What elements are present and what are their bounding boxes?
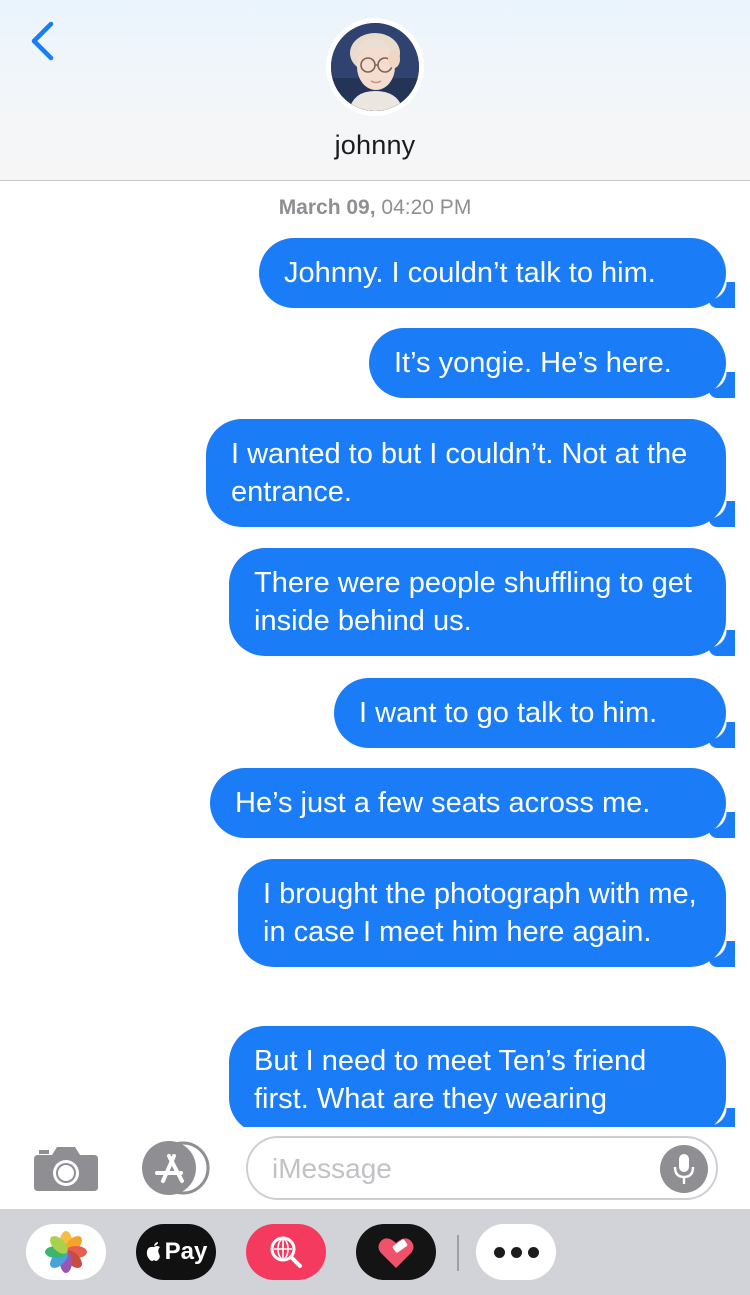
message-field[interactable] [246, 1136, 718, 1200]
message-bubble[interactable]: But I need to meet Ten’s friend first. W… [229, 1026, 735, 1127]
chevron-left-icon [31, 21, 54, 61]
message-text: There were people shuffling to get insid… [254, 567, 692, 637]
compose-bar [0, 1127, 750, 1209]
message-thread[interactable]: March 09, 04:20 PM Johnny. I couldn’t ta… [0, 182, 750, 1127]
camera-icon [34, 1147, 98, 1191]
message-bubble[interactable]: I wanted to but I couldn’t. Not at the e… [206, 419, 735, 527]
message-text: I want to go talk to him. [359, 697, 658, 729]
apple-pay-label: Pay [164, 1238, 208, 1265]
app-drawer: Pay [0, 1209, 750, 1295]
conversation-header: johnny [0, 0, 750, 181]
heart-sticker-button[interactable] [356, 1224, 436, 1280]
photos-button[interactable] [26, 1224, 106, 1280]
message-bubble[interactable]: It’s yongie. He’s here. [369, 328, 735, 398]
apple-pay-button[interactable]: Pay [136, 1224, 216, 1280]
photos-icon [45, 1231, 87, 1273]
more-icon [493, 1246, 539, 1258]
message-bubble[interactable]: Johnny. I couldn’t talk to him. [259, 238, 735, 308]
message-input[interactable] [272, 1150, 652, 1188]
more-apps-button[interactable] [476, 1224, 556, 1280]
back-button[interactable] [22, 16, 62, 66]
contact-avatar[interactable] [326, 18, 424, 116]
microphone-icon [673, 1154, 695, 1184]
contact-name[interactable]: johnny [0, 130, 750, 161]
message-text: It’s yongie. He’s here. [394, 347, 672, 379]
message-text: He’s just a few seats across me. [235, 787, 651, 819]
image-search-icon [270, 1236, 302, 1268]
image-search-button[interactable] [246, 1224, 326, 1280]
message-text: I wanted to but I couldn’t. Not at the e… [231, 438, 688, 508]
avatar-photo [331, 23, 419, 111]
heart-sticker-icon [378, 1238, 414, 1268]
message-text: But I need to meet Ten’s friend first. W… [254, 1045, 647, 1115]
microphone-button[interactable] [660, 1145, 708, 1193]
app-store-icon [142, 1141, 210, 1195]
message-bubble[interactable]: I brought the photograph with me, in cas… [238, 859, 735, 967]
timestamp-date: March 09, [278, 196, 376, 219]
message-text: Johnny. I couldn’t talk to him. [284, 257, 656, 289]
apple-pay-icon [146, 1242, 160, 1261]
message-bubble[interactable]: I want to go talk to him. [334, 678, 735, 748]
message-bubble[interactable]: There were people shuffling to get insid… [229, 548, 735, 656]
drawer-divider [457, 1235, 459, 1271]
timestamp-time: 04:20 PM [381, 196, 472, 219]
timestamp: March 09, 04:20 PM [0, 196, 750, 220]
app-store-button[interactable] [138, 1140, 212, 1196]
camera-button[interactable] [32, 1143, 100, 1193]
message-bubble[interactable]: He’s just a few seats across me. [210, 768, 735, 838]
message-text: I brought the photograph with me, in cas… [263, 878, 697, 948]
